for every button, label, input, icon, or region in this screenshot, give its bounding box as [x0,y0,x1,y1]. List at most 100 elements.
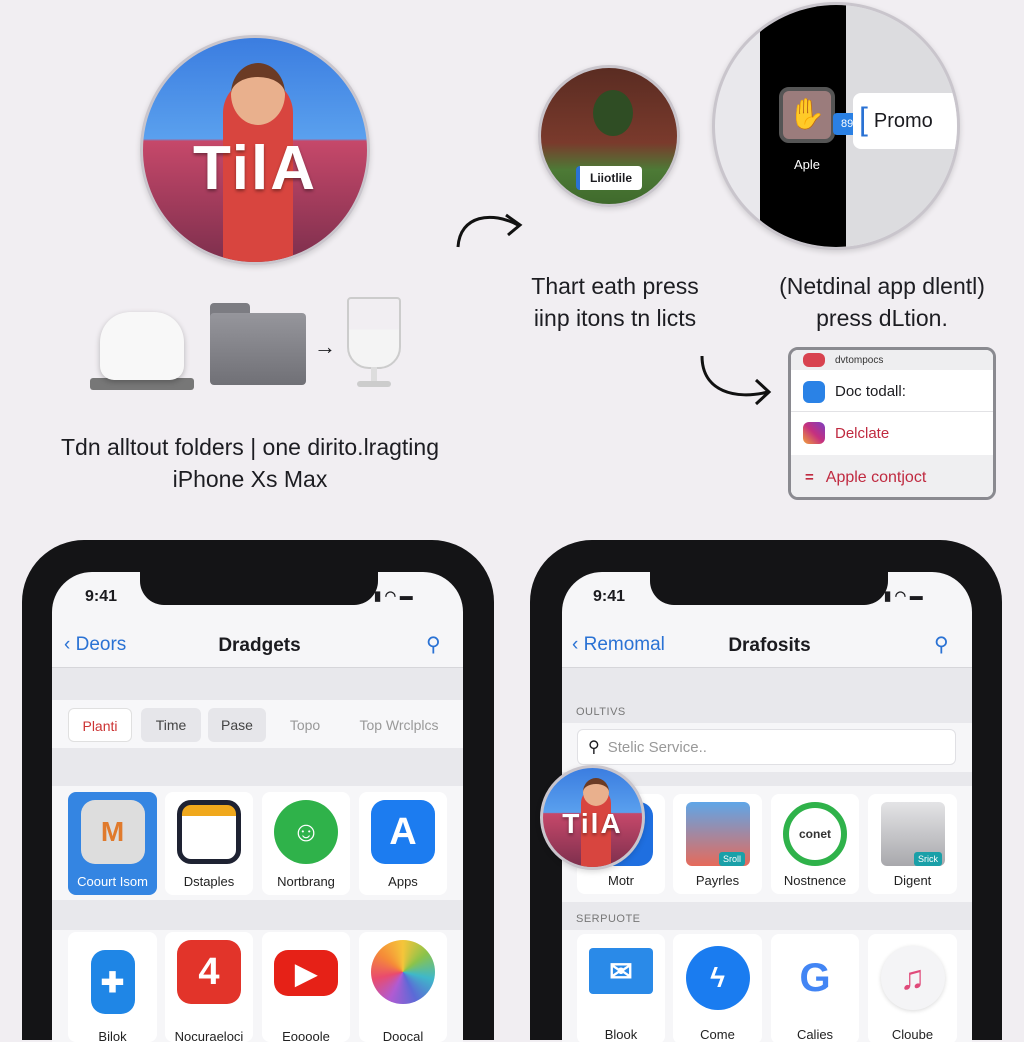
menu-item-label: Delclate [835,424,890,442]
status-icons: ▮ ◠ ▬ [884,588,923,603]
arrow-right-icon: → [314,334,336,359]
app-label: Bilok [98,1029,127,1042]
notch [650,572,888,605]
menu-item-label: dvtompocs [835,354,884,366]
back-button[interactable]: ‹ Remomal [572,634,665,656]
tab-time[interactable]: Time [141,708,201,742]
instagram-icon [803,422,825,444]
dragged-avatar-icon[interactable]: TilA [540,765,645,870]
character-head [583,778,609,806]
app-label: Nocuraeloci [174,1029,244,1042]
promo-box: [ Promo [853,93,957,149]
search-field[interactable]: ⚲ Stelic Service.. [577,729,956,765]
notch [140,572,378,605]
tab-planti[interactable]: Planti [68,708,132,742]
photos-icon [371,940,435,1004]
app-label: Payrles [695,873,740,888]
app-label: Calies [796,1027,834,1042]
section-label: SERPUOTE [576,913,641,925]
google-icon: G [783,946,847,1010]
app-tile[interactable]: Doocal [359,932,447,1042]
m-app-icon: M [80,800,145,864]
glass-icon [347,297,401,389]
photo-label: Liiotlile [576,166,642,190]
menu-item-apple-contact[interactable]: = Apple contjoct [791,455,993,497]
cloud-app-icon [803,380,825,403]
app-label: Doocal [382,1029,424,1042]
back-button[interactable]: ‹ Deors [64,634,126,656]
section-label: OULTIVS [576,706,626,718]
app-badge: Srick [914,852,942,866]
app-tile[interactable]: Dstaples [165,792,253,895]
header-divider-band [52,667,463,700]
blue-puzzle-icon: ✚ [90,950,135,1014]
curved-arrow-down-icon [700,355,772,406]
caption-line: (Netdinal app dlentl) [779,273,985,299]
search-field-icon: ⚲ [588,739,600,756]
tree [593,90,633,136]
lines-icon: = [805,469,814,486]
search-icon[interactable]: ⚲ [934,632,949,657]
app-tile[interactable]: M Coourt Isom [68,792,157,895]
app-tile[interactable]: Srick Digent [868,794,957,894]
app-label: Eoooole [282,1029,330,1042]
section-band [52,900,463,930]
status-time: 9:41 [593,588,626,605]
status-time: 9:41 [85,588,118,605]
caption-right: (Netdinal app dlentl) press dLtion. [762,270,1002,334]
app-tile[interactable]: Sroll Payrles [673,794,762,894]
tab-topo[interactable]: Topo [274,708,336,742]
bracket: [ [859,100,868,137]
app-label: Blook [604,1027,638,1042]
caption-line: iPhone Xs Max [172,466,328,492]
app-tile[interactable]: 4 Nocuraeloci [165,932,253,1042]
hand-app-icon: ✋ [779,87,835,143]
app-label: Cloube [891,1027,934,1042]
app-tile[interactable]: ▶ Eoooole [262,932,350,1042]
app-tile[interactable]: ✉ Blook [577,934,665,1042]
search-icon[interactable]: ⚲ [426,632,441,657]
caption-line: iinp itons tn licts [533,305,697,331]
app-badge: Sroll [719,852,746,866]
back-label: Deors [75,634,127,655]
app-store-icon: A [371,800,435,864]
menu-item[interactable]: dvtompocs [791,350,993,370]
app-label: Come [700,1027,735,1042]
app-tile[interactable]: G Calies [771,934,859,1042]
red-4-app-icon: 4 [177,940,241,1004]
app-tile[interactable]: ☺ Nortbrang [262,792,350,895]
caption-left: Tdn alltout folders | one dirito.lragtin… [20,431,480,495]
menu-item[interactable]: Doc todall: [791,372,993,412]
avatar-logo-text: TilA [562,808,623,839]
nav-title: Drafosits [728,635,811,656]
menu-item-label: Doc todall: [835,383,906,400]
app-tile[interactable]: conet Nostnence [771,794,859,894]
menu-item-delete[interactable]: Delclate [791,413,993,453]
heart-icon [803,353,825,367]
app-tile[interactable]: ✚ Bilok [68,932,157,1042]
tab-bar: Planti Time Pase Topo Top Wrclplcs [52,700,463,748]
section-band [52,748,463,786]
app-label: Dstaples [183,874,235,889]
tab-pase[interactable]: Pase [208,708,266,742]
search-placeholder: Stelic Service.. [607,738,707,756]
mail-icon: ✉ [589,948,653,994]
phone-left-screen: 9:41 ▮ ◠ ▬ ‹ Deors Dradgets ⚲ Planti Tim… [52,572,463,1042]
curved-arrow-icon [456,213,523,248]
caption-line: press dLtion. [816,305,948,331]
status-icons: ▮ ◠ ▬ [374,588,413,603]
app-label: Digent [893,873,932,888]
cloud-shape [100,312,184,380]
app-tile[interactable]: ϟ Come [673,934,762,1042]
context-menu: dvtompocs Doc todall: Delclate = Apple c… [788,347,996,500]
menu-item-label: Apple contjoct [825,468,927,486]
phone-left: 9:41 ▮ ◠ ▬ ‹ Deors Dradgets ⚲ Planti Tim… [22,540,494,1042]
app-tile[interactable]: A Apps [359,792,447,895]
app-label: Motr [608,873,634,888]
app-tile[interactable]: ♫ Cloube [868,934,957,1042]
app-label: Nortbrang [277,874,335,889]
tab-top-wrclplcs[interactable]: Top Wrclplcs [344,708,454,742]
music-icon: ♫ [880,946,945,1010]
zoom-icon-label: Aple [793,157,821,172]
app-label: Coourt Isom [77,874,148,889]
